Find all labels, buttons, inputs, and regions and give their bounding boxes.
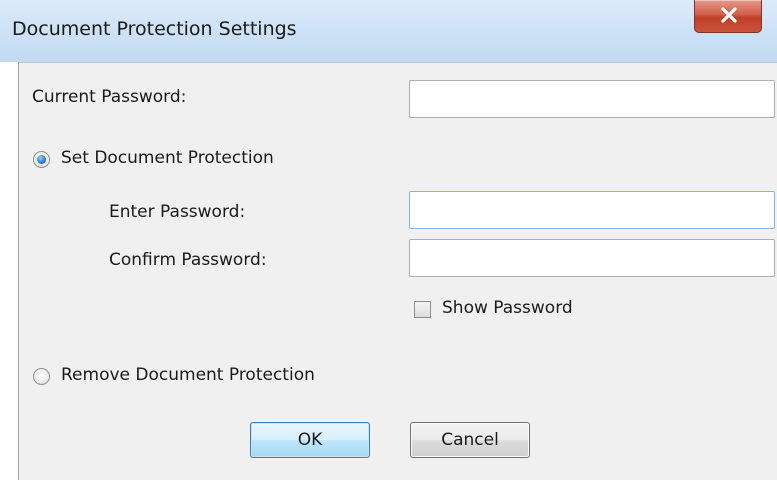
current-password-input[interactable] bbox=[409, 80, 775, 118]
close-button[interactable] bbox=[694, 0, 762, 33]
show-password-label[interactable]: Show Password bbox=[442, 298, 573, 318]
remove-protection-radio[interactable] bbox=[33, 368, 50, 385]
dialog-window: Document Protection Settings Current Pas… bbox=[0, 0, 777, 480]
set-protection-radio[interactable] bbox=[33, 151, 50, 168]
confirm-password-label: Confirm Password: bbox=[109, 250, 267, 270]
cancel-button[interactable]: Cancel bbox=[410, 422, 530, 458]
radio-selected-dot bbox=[37, 155, 46, 164]
window-title: Document Protection Settings bbox=[12, 18, 297, 40]
title-bar[interactable]: Document Protection Settings bbox=[0, 0, 777, 62]
set-protection-label[interactable]: Set Document Protection bbox=[61, 148, 274, 168]
enter-password-label: Enter Password: bbox=[109, 202, 246, 222]
current-password-label: Current Password: bbox=[32, 87, 187, 107]
close-icon bbox=[721, 7, 737, 23]
show-password-checkbox[interactable] bbox=[414, 301, 431, 318]
ok-button[interactable]: OK bbox=[250, 422, 370, 458]
confirm-password-input[interactable] bbox=[409, 239, 775, 277]
enter-password-input[interactable] bbox=[409, 191, 775, 229]
remove-protection-label[interactable]: Remove Document Protection bbox=[61, 365, 315, 385]
